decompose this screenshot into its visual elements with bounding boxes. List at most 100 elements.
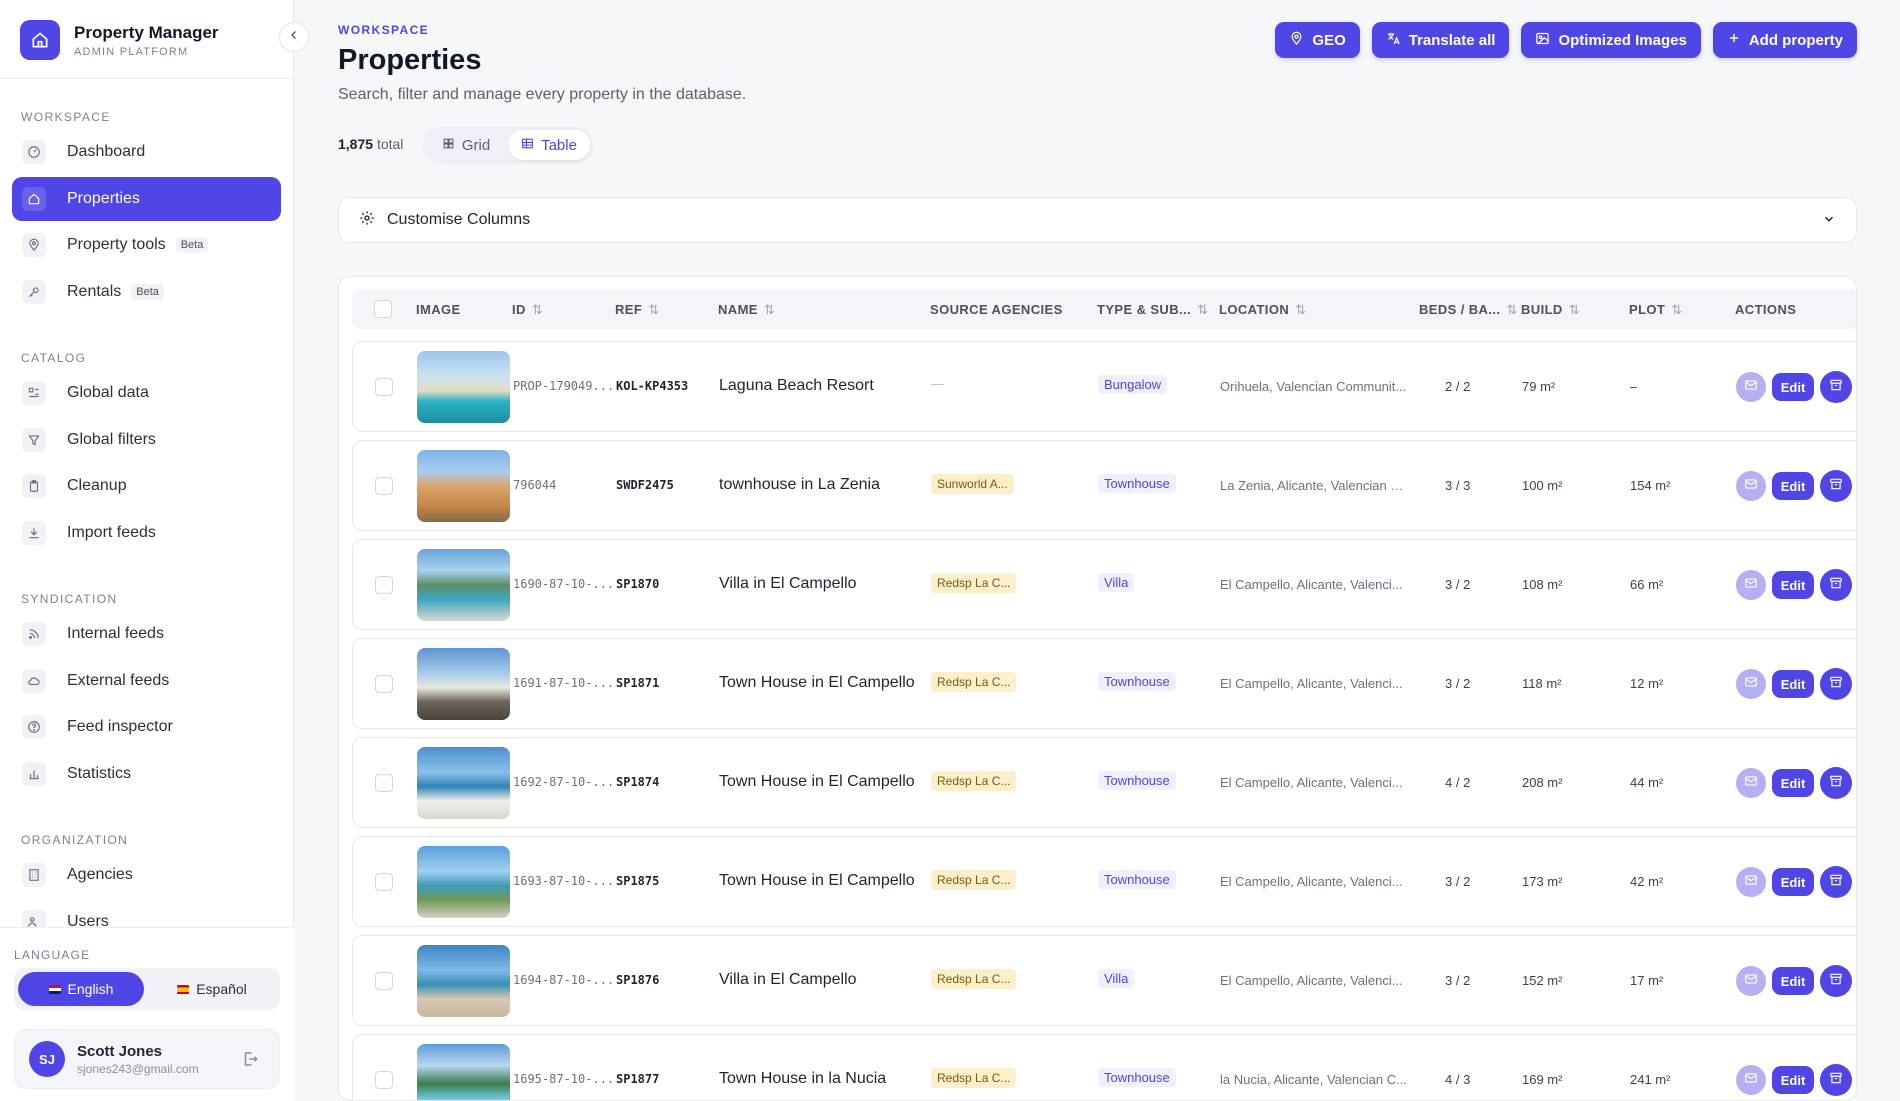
property-name[interactable]: Town House in El Campello [719,674,915,692]
column-header-name[interactable]: NAME ⇅ [718,302,775,318]
archive-button[interactable] [1820,371,1852,403]
sidebar-item-properties[interactable]: Properties [12,177,281,221]
sidebar-item-internal-feeds[interactable]: Internal feeds [12,612,281,656]
customise-columns-toggle[interactable]: Customise Columns [338,197,1857,243]
email-button[interactable] [1736,372,1766,402]
table-row[interactable]: PROP-179049... KOL-KP4353 Laguna Beach Res… [352,341,1856,432]
email-button[interactable] [1736,570,1766,600]
column-header-build[interactable]: BUILD ⇅ [1521,302,1580,318]
table-header: IMAGE ID ⇅ REF ⇅ NAME ⇅ SOURCE AGENCIES TYP… [352,289,1856,329]
row-checkbox[interactable] [375,576,393,594]
sidebar-item-rentals[interactable]: Rentals Beta [12,270,281,314]
property-thumbnail[interactable] [417,747,510,819]
language-option-english[interactable]: English [18,972,144,1006]
sidebar-item-global-data[interactable]: Global data [12,371,281,415]
user-card[interactable]: SJ Scott Jones sjones243@gmail.com [14,1029,280,1089]
email-button[interactable] [1736,966,1766,996]
sidebar-item-property-tools[interactable]: Property tools Beta [12,223,281,267]
edit-button[interactable]: Edit [1772,1066,1814,1094]
archive-button[interactable] [1820,965,1852,997]
brand[interactable]: Property Manager ADMIN PLATFORM [20,19,219,61]
geo-button[interactable]: GEO [1275,22,1360,58]
property-plot-size: 42 m² [1630,874,1664,889]
view-grid-button[interactable]: Grid [428,130,504,160]
archive-button[interactable] [1820,767,1852,799]
logout-icon[interactable] [241,1050,259,1073]
row-checkbox[interactable] [375,675,393,693]
property-thumbnail[interactable] [417,648,510,720]
property-thumbnail[interactable] [417,1044,510,1100]
optimized-images-button[interactable]: Optimized Images [1521,22,1701,58]
property-name[interactable]: Villa in El Campello [719,575,857,593]
sidebar-item-cleanup[interactable]: Cleanup [12,464,281,508]
row-checkbox[interactable] [375,1071,393,1089]
property-id: 1690-87-10-... [513,577,613,591]
property-thumbnail[interactable] [417,549,510,621]
edit-button[interactable]: Edit [1772,373,1814,401]
column-header-location[interactable]: LOCATION ⇅ [1219,302,1306,318]
sidebar-item-dashboard[interactable]: Dashboard [12,130,281,174]
sort-icon: ⇅ [1671,302,1683,317]
select-all-checkbox[interactable] [374,300,392,318]
sidebar-item-external-feeds[interactable]: External feeds [12,659,281,703]
row-checkbox[interactable] [375,873,393,891]
email-button[interactable] [1736,669,1766,699]
table-row[interactable]: 1694-87-10-... SP1876 Villa in El Campello… [352,935,1856,1026]
column-header-id[interactable]: ID ⇅ [512,302,543,318]
row-checkbox[interactable] [375,972,393,990]
archive-button[interactable] [1820,569,1852,601]
property-thumbnail[interactable] [417,351,510,423]
table-row[interactable]: 796044 SWDF2475 townhouse in La Zenia Sunwo… [352,440,1856,531]
sidebar-item-import-feeds[interactable]: Import feeds [12,511,281,555]
property-thumbnail[interactable] [417,846,510,918]
property-name[interactable]: Town House in la Nucia [719,1070,886,1088]
email-button[interactable] [1736,768,1766,798]
property-name[interactable]: Laguna Beach Resort [719,377,874,395]
edit-button[interactable]: Edit [1772,472,1814,500]
column-header-type[interactable]: TYPE & SUB... ⇅ [1097,302,1208,318]
property-name[interactable]: Town House in El Campello [719,872,915,890]
table-row[interactable]: 1690-87-10-... SP1870 Villa in El Campello… [352,539,1856,630]
table-row[interactable]: 1691-87-10-... SP1871 Town House in El Cam… [352,638,1856,729]
property-name[interactable]: Villa in El Campello [719,971,857,989]
property-thumbnail[interactable] [417,450,510,522]
email-button[interactable] [1736,1065,1766,1095]
edit-button[interactable]: Edit [1772,769,1814,797]
archive-button[interactable] [1820,470,1852,502]
column-header-beds-baths[interactable]: BEDS / BA... ⇅ [1419,302,1518,318]
sidebar-item-users[interactable]: Users [12,900,281,927]
archive-button[interactable] [1820,1064,1852,1096]
sidebar-item-global-filters[interactable]: Global filters [12,418,281,462]
sidebar-nav[interactable]: WORKSPACE Dashboard Properties Property … [0,79,294,927]
email-button[interactable] [1736,867,1766,897]
property-thumbnail[interactable] [417,945,510,1017]
column-header-plot[interactable]: PLOT ⇅ [1629,302,1683,318]
source-agency-badge: Sunworld A... [931,474,1014,494]
table-row[interactable]: 1695-87-10-... SP1877 Town House in la Nuc… [352,1034,1856,1100]
view-table-button[interactable]: Table [508,130,590,160]
add-property-button[interactable]: Add property [1712,22,1857,58]
row-checkbox[interactable] [375,774,393,792]
property-name[interactable]: Town House in El Campello [719,773,915,791]
row-checkbox[interactable] [375,378,393,396]
edit-button[interactable]: Edit [1772,967,1814,995]
edit-button[interactable]: Edit [1772,670,1814,698]
edit-button[interactable]: Edit [1772,868,1814,896]
edit-button[interactable]: Edit [1772,571,1814,599]
archive-button[interactable] [1820,668,1852,700]
section-label-organization: ORGANIZATION [21,833,129,847]
sidebar-item-statistics[interactable]: Statistics [12,752,281,796]
table-row[interactable]: 1693-87-10-... SP1875 Town House in El Cam… [352,836,1856,927]
column-header-ref[interactable]: REF ⇅ [615,302,660,318]
archive-button[interactable] [1820,866,1852,898]
table-row[interactable]: 1692-87-10-... SP1874 Town House in El Cam… [352,737,1856,828]
row-checkbox[interactable] [375,477,393,495]
source-agency-cell: Redsp La C... [931,870,1017,890]
sidebar-item-agencies[interactable]: Agencies [12,853,281,897]
property-name[interactable]: townhouse in La Zenia [719,476,880,494]
email-button[interactable] [1736,471,1766,501]
translate-all-button[interactable]: Translate all [1371,22,1510,58]
sidebar-item-feed-inspector[interactable]: Feed inspector [12,705,281,749]
language-option-spanish[interactable]: Español [148,972,276,1006]
collapse-sidebar-button[interactable] [279,22,309,52]
